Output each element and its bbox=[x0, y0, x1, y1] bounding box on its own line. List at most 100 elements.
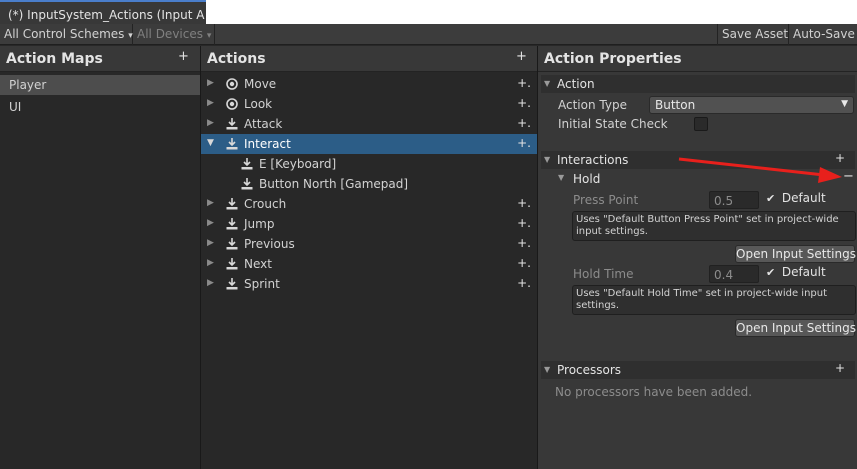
expand-right-icon[interactable]: ▶ bbox=[207, 258, 214, 268]
add-binding-button[interactable]: +. bbox=[517, 236, 531, 250]
binding-label: Button North [Gamepad] bbox=[259, 177, 409, 191]
open-input-settings-button[interactable]: Open Input Settings bbox=[735, 245, 856, 263]
auto-save-toggle[interactable]: Auto-Save bbox=[789, 24, 857, 45]
add-binding-button[interactable]: +. bbox=[517, 116, 531, 130]
action-row[interactable]: ▼ Interact +. bbox=[201, 134, 537, 154]
initial-state-label: Initial State Check bbox=[558, 117, 668, 131]
action-maps-header: Action Maps + bbox=[0, 46, 200, 72]
action-type-label: Action Type bbox=[558, 98, 627, 112]
expand-right-icon[interactable]: ▶ bbox=[207, 278, 214, 288]
expand-right-icon[interactable]: ▶ bbox=[207, 238, 214, 248]
add-processor-button[interactable]: + bbox=[835, 361, 845, 375]
value-circle-icon bbox=[225, 77, 239, 94]
button-action-icon bbox=[225, 277, 239, 294]
action-row[interactable]: ▶ Look +. bbox=[201, 94, 537, 114]
hold-time-field[interactable]: 0.4 bbox=[709, 265, 759, 283]
annotation-arrow-icon bbox=[678, 157, 842, 183]
button-action-icon bbox=[225, 257, 239, 274]
foldout-triangle-icon: ▼ bbox=[544, 155, 551, 164]
expand-right-icon[interactable]: ▶ bbox=[207, 218, 214, 228]
binding-label: E [Keyboard] bbox=[259, 157, 337, 171]
add-binding-button[interactable]: +. bbox=[517, 196, 531, 210]
interactions-section-title: Interactions bbox=[557, 153, 629, 167]
action-row[interactable]: ▶ Move +. bbox=[201, 74, 537, 94]
binding-row[interactable]: E [Keyboard] bbox=[201, 154, 537, 174]
checkmark-icon: ✔ bbox=[766, 192, 776, 205]
window-tab[interactable]: (*) InputSystem_Actions (Input A bbox=[0, 0, 206, 24]
action-label: Look bbox=[244, 97, 273, 111]
action-row[interactable]: ▶ Sprint +. bbox=[201, 274, 537, 294]
binding-row[interactable]: Button North [Gamepad] bbox=[201, 174, 537, 194]
window-tab-title: (*) InputSystem_Actions (Input A bbox=[8, 8, 205, 22]
action-label: Crouch bbox=[244, 197, 287, 211]
processors-empty-message: No processors have been added. bbox=[555, 385, 753, 399]
action-label: Next bbox=[244, 257, 272, 271]
press-point-label: Press Point bbox=[573, 193, 639, 207]
button-action-icon bbox=[225, 117, 239, 134]
add-binding-button[interactable]: +. bbox=[517, 256, 531, 270]
checkmark-icon: ✔ bbox=[766, 266, 776, 279]
value-circle-icon bbox=[225, 97, 239, 114]
hold-time-label: Hold Time bbox=[573, 267, 634, 281]
action-section-title: Action bbox=[557, 77, 595, 91]
add-binding-button[interactable]: +. bbox=[517, 76, 531, 90]
expand-right-icon[interactable]: ▶ bbox=[207, 118, 214, 128]
action-map-item-ui[interactable]: UI bbox=[0, 97, 200, 117]
action-label: Interact bbox=[244, 137, 291, 151]
add-binding-button[interactable]: +. bbox=[517, 276, 531, 290]
action-row[interactable]: ▶ Next +. bbox=[201, 254, 537, 274]
action-row[interactable]: ▶ Previous +. bbox=[201, 234, 537, 254]
foldout-triangle-icon: ▼ bbox=[544, 79, 551, 88]
save-asset-button[interactable]: Save Asset bbox=[717, 24, 789, 45]
hold-interaction-title: Hold bbox=[573, 172, 601, 186]
action-label: Sprint bbox=[244, 277, 280, 291]
binding-icon bbox=[240, 157, 254, 174]
foldout-triangle-icon[interactable]: ▼ bbox=[558, 173, 564, 182]
action-type-dropdown[interactable]: Button ▼ bbox=[649, 96, 854, 114]
processors-section-header[interactable]: ▼ Processors + bbox=[541, 361, 855, 379]
add-action-map-button[interactable]: + bbox=[178, 49, 189, 64]
action-row[interactable]: ▶ Attack +. bbox=[201, 114, 537, 134]
chevron-down-icon: ▼ bbox=[841, 99, 848, 109]
press-point-default-label: Default bbox=[781, 191, 826, 205]
actions-pane: Actions + ▶ Move +. ▶ Look +. ▶ Attack +. ▼ Intera… bbox=[201, 46, 537, 469]
window-title-bar: (*) InputSystem_Actions (Input A bbox=[0, 0, 857, 24]
action-row[interactable]: ▶ Jump +. bbox=[201, 214, 537, 234]
action-label: Attack bbox=[244, 117, 283, 131]
action-properties-title: Action Properties bbox=[544, 51, 682, 67]
add-binding-button[interactable]: +. bbox=[517, 96, 531, 110]
button-action-icon bbox=[225, 217, 239, 234]
open-input-settings-button[interactable]: Open Input Settings bbox=[735, 319, 856, 337]
action-properties-header: Action Properties bbox=[538, 46, 857, 72]
control-schemes-label: All Control Schemes bbox=[4, 27, 125, 41]
action-type-value: Button bbox=[655, 98, 696, 112]
button-action-icon bbox=[225, 237, 239, 254]
press-point-default-toggle[interactable]: ✔ Default bbox=[766, 191, 826, 205]
expand-down-icon[interactable]: ▼ bbox=[207, 138, 214, 148]
control-schemes-dropdown[interactable]: All Control Schemes ▾ bbox=[0, 24, 133, 45]
initial-state-checkbox[interactable] bbox=[694, 117, 708, 131]
action-label: Jump bbox=[244, 217, 275, 231]
action-row[interactable]: ▶ Crouch +. bbox=[201, 194, 537, 214]
add-binding-button[interactable]: +. bbox=[517, 136, 531, 150]
chevron-down-icon: ▾ bbox=[206, 31, 212, 41]
hold-time-default-toggle[interactable]: ✔ Default bbox=[766, 265, 826, 279]
add-action-button[interactable]: + bbox=[516, 49, 527, 64]
button-action-icon bbox=[225, 137, 239, 154]
devices-dropdown[interactable]: All Devices ▾ bbox=[133, 24, 215, 45]
expand-right-icon[interactable]: ▶ bbox=[207, 98, 214, 108]
action-map-item-player[interactable]: Player bbox=[0, 75, 200, 95]
action-label: Move bbox=[244, 77, 277, 91]
button-action-icon bbox=[225, 197, 239, 214]
action-map-label: UI bbox=[9, 100, 22, 114]
processors-section-title: Processors bbox=[557, 363, 622, 377]
binding-icon bbox=[240, 177, 254, 194]
action-maps-pane: Action Maps + Player UI bbox=[0, 46, 200, 469]
action-section-header[interactable]: ▼ Action bbox=[541, 75, 855, 93]
expand-right-icon[interactable]: ▶ bbox=[207, 198, 214, 208]
expand-right-icon[interactable]: ▶ bbox=[207, 78, 214, 88]
hold-time-help: Uses "Default Hold Time" set in project-… bbox=[572, 285, 856, 315]
action-maps-title: Action Maps bbox=[6, 51, 103, 67]
press-point-field[interactable]: 0.5 bbox=[709, 191, 759, 209]
add-binding-button[interactable]: +. bbox=[517, 216, 531, 230]
